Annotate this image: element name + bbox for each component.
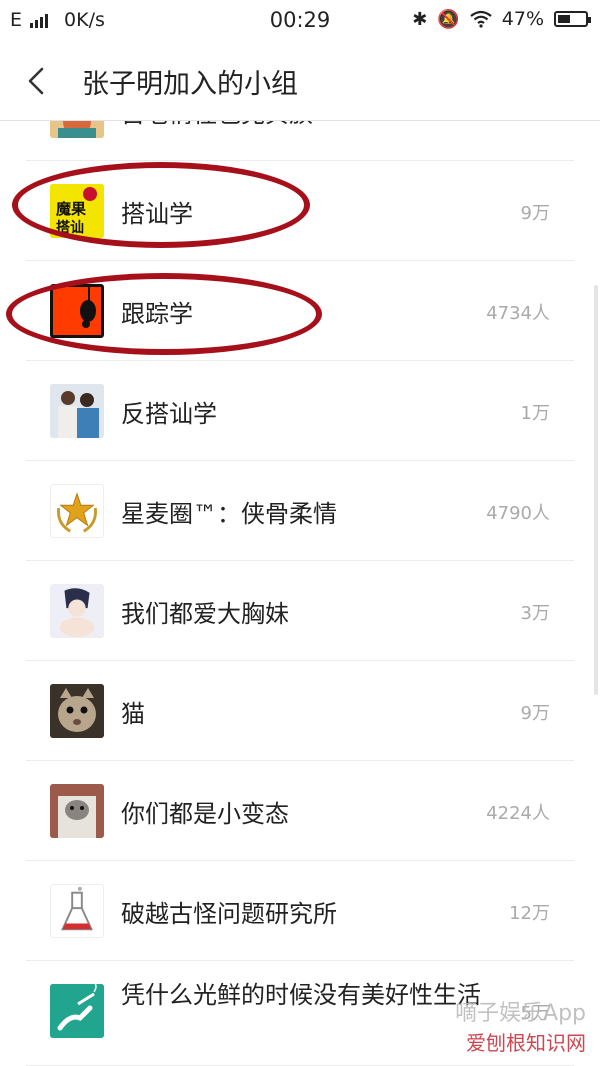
member-count: 12万	[509, 903, 550, 924]
member-count: 4790人	[486, 503, 550, 524]
group-name: 星麦圈™：侠骨柔情	[121, 500, 337, 528]
group-row[interactable]: 你们都是小变态 4224人	[26, 761, 574, 861]
member-count: 3万	[520, 603, 550, 624]
flask-avatar	[50, 884, 104, 938]
group-name: 搭讪学	[121, 200, 193, 228]
member-count: 4224人	[486, 803, 550, 824]
cat-meme-avatar	[50, 784, 104, 838]
group-row[interactable]: 反搭讪学 1万	[26, 361, 574, 461]
watermark: 嘀子娱乐App 爱刨根知识网	[455, 995, 586, 1056]
watermark-line2: 爱刨根知识网	[466, 1031, 586, 1055]
group-row[interactable]: 古老情怪包克贝族	[26, 121, 574, 161]
back-arrow-icon[interactable]	[24, 66, 54, 96]
svg-text:魔果: 魔果	[56, 200, 87, 218]
battery-percent: 47%	[501, 8, 544, 30]
group-name: 跟踪学	[121, 300, 193, 328]
group-name: 古老情怪包克贝族	[121, 121, 313, 129]
couple-photo-avatar	[50, 384, 104, 438]
illustration-avatar	[50, 121, 104, 138]
svg-text:搭讪: 搭讪	[56, 219, 84, 236]
app-header: 张子明加入的小组	[0, 42, 600, 121]
group-name: 我们都爱大胸妹	[121, 600, 289, 628]
page-title: 张子明加入的小组	[82, 69, 298, 100]
wifi-icon	[470, 10, 492, 28]
status-right: ✱ 🔕 47%	[412, 8, 591, 30]
hand-cigarette-avatar	[50, 984, 104, 1038]
group-name: 反搭讪学	[121, 400, 217, 428]
group-name: 你们都是小变态	[121, 800, 289, 828]
group-list: 古老情怪包克贝族 魔果搭讪 搭讪学 9万 跟踪学 4734人 反搭讪学 1万 星…	[0, 121, 600, 1066]
bluetooth-icon: ✱	[412, 8, 428, 30]
member-count: 1万	[520, 403, 550, 424]
group-row[interactable]: 跟踪学 4734人	[26, 261, 574, 361]
scrollbar[interactable]	[594, 285, 598, 695]
gold-star-laurel-avatar	[50, 484, 104, 538]
group-row[interactable]: 破越古怪问题研究所 12万	[26, 861, 574, 961]
group-name: 猫	[121, 700, 145, 728]
group-name: 破越古怪问题研究所	[121, 900, 337, 928]
anime-girl-avatar	[50, 584, 104, 638]
group-row[interactable]: 我们都爱大胸妹 3万	[26, 561, 574, 661]
watermark-line1: 嘀子娱乐App	[455, 1001, 586, 1026]
book-cover-avatar: 魔果 搭讪	[50, 184, 104, 238]
member-count: 9万	[520, 703, 550, 724]
hanging-figure-avatar	[50, 284, 104, 338]
member-count: 9万	[520, 203, 550, 224]
group-row[interactable]: 星麦圈™：侠骨柔情 4790人	[26, 461, 574, 561]
mute-bell-icon: 🔕	[437, 8, 460, 30]
status-bar: E 0K/s 00:29 ✱ 🔕 47%	[0, 0, 600, 42]
cat-photo-avatar	[50, 684, 104, 738]
group-row[interactable]: 猫 9万	[26, 661, 574, 761]
battery-icon	[554, 11, 591, 27]
group-name: 凭什么光鲜的时候没有美好性生活	[121, 981, 481, 1009]
member-count: 4734人	[486, 303, 550, 324]
group-row[interactable]: 魔果 搭讪 搭讪学 9万	[26, 161, 574, 261]
